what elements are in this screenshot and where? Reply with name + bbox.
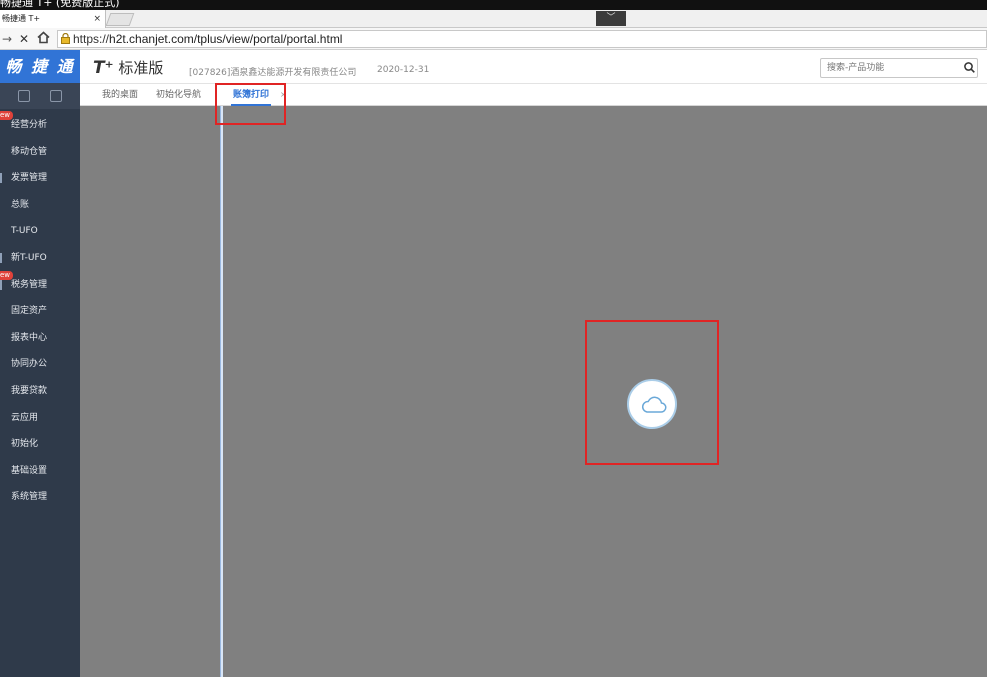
- sidebar-item-invoice[interactable]: 发票管理: [0, 165, 80, 192]
- sidebar-item-initialize[interactable]: 初始化: [0, 431, 80, 458]
- sidebar-item-mobile-warehouse[interactable]: 移动仓管: [0, 139, 80, 166]
- sidebar-item-marker: [0, 279, 2, 290]
- sidebar-item-marker: [0, 252, 2, 263]
- content-overlay: [80, 106, 987, 677]
- sidebar-item-label: 系统管理: [11, 492, 48, 503]
- address-bar: → ✕ https://h2t.chanjet.com/tplus/view/p…: [0, 28, 987, 50]
- browser-tab-label: 畅捷通 T+: [2, 14, 41, 23]
- new-badge: ew: [0, 270, 14, 280]
- sidebar: 畅 捷 通 ew 经营分析 移动仓管 发票管理 总账 T-UFO 新T-UFO …: [0, 50, 80, 677]
- home-icon[interactable]: [37, 31, 50, 48]
- sidebar-item-fixed-assets[interactable]: 固定资产: [0, 298, 80, 325]
- sidebar-item-label: 发票管理: [11, 173, 48, 184]
- app-header: T⁺ 标准版 [027826]酒泉鑫达能源开发有限责任公司 2020-12-31: [80, 50, 987, 84]
- sidebar-item-marker: [0, 173, 2, 184]
- sidebar-item-t-ufo[interactable]: T-UFO: [0, 218, 80, 245]
- product-title: T⁺ 标准版: [93, 57, 163, 78]
- browser-tab[interactable]: 畅捷通 T+ ×: [0, 10, 106, 28]
- sidebar-item-system-management[interactable]: 系统管理: [0, 484, 80, 511]
- product-name: 标准版: [118, 59, 164, 77]
- sidebar-item-label: 我要贷款: [11, 385, 48, 396]
- sidebar-item-label: T-UFO: [11, 226, 38, 237]
- accounting-date: 2020-12-31: [377, 65, 430, 75]
- product-mark: T⁺: [93, 58, 114, 78]
- sidebar-item-label: 初始化: [11, 439, 39, 450]
- sidebar-menu: ew 经营分析 移动仓管 发票管理 总账 T-UFO 新T-UFO ew 税务管…: [0, 111, 80, 511]
- sidebar-item-label: 税务管理: [11, 279, 48, 290]
- sidebar-item-label: 报表中心: [11, 332, 48, 343]
- new-badge: ew: [0, 111, 14, 120]
- stop-icon[interactable]: ✕: [19, 31, 29, 47]
- tab-my-desktop[interactable]: 我的桌面: [102, 84, 138, 106]
- edit-menu-icon[interactable]: [50, 90, 62, 102]
- url-text: h2t.chanjet.com/tplus/view/portal/portal…: [109, 32, 343, 46]
- sidebar-item-general-ledger[interactable]: 总账: [0, 192, 80, 219]
- sidebar-item-loan[interactable]: 我要贷款: [0, 378, 80, 405]
- sidebar-item-label: 固定资产: [11, 306, 48, 317]
- sidebar-tools: [0, 83, 80, 109]
- sidebar-item-label: 基础设置: [11, 465, 48, 476]
- highlight-box-tab: [215, 83, 286, 125]
- sidebar-item-collaboration[interactable]: 协同办公: [0, 351, 80, 378]
- sidebar-item-tax[interactable]: ew 税务管理: [0, 270, 80, 299]
- search-menu-icon[interactable]: [18, 90, 30, 102]
- highlight-box-loader: [585, 320, 719, 465]
- sidebar-item-label: 协同办公: [11, 359, 48, 370]
- sidebar-item-label: 总账: [11, 199, 30, 210]
- sidebar-item-label: 移动仓管: [11, 146, 48, 157]
- company-name: [027826]酒泉鑫达能源开发有限责任公司: [189, 68, 357, 78]
- sidebar-item-label: 新T-UFO: [11, 252, 47, 263]
- sidebar-item-label: 经营分析: [11, 120, 48, 130]
- browser-tab-close-icon[interactable]: ×: [93, 10, 101, 28]
- sidebar-item-basic-settings[interactable]: 基础设置: [0, 458, 80, 485]
- tab-list-dropdown-icon[interactable]: ﹀: [596, 11, 626, 26]
- tab-init-guide[interactable]: 初始化导航: [156, 84, 201, 106]
- window-title: 畅捷通 T+ (免费版正式): [0, 0, 987, 10]
- browser-tabstrip: 畅捷通 T+ × ﹀: [0, 10, 987, 28]
- new-tab-button[interactable]: [105, 13, 135, 26]
- frame-divider: [220, 106, 223, 677]
- forward-icon[interactable]: →: [2, 31, 12, 47]
- lock-icon: [61, 33, 70, 44]
- sidebar-item-label: 云应用: [11, 412, 39, 423]
- url-scheme: https://: [73, 32, 110, 46]
- search-input[interactable]: [820, 58, 978, 78]
- sidebar-item-new-t-ufo[interactable]: 新T-UFO: [0, 245, 80, 272]
- sidebar-item-cloud-apps[interactable]: 云应用: [0, 405, 80, 432]
- sidebar-item-operation-analysis[interactable]: ew 经营分析: [0, 111, 80, 139]
- app-logo: 畅 捷 通: [0, 50, 80, 83]
- url-input[interactable]: https://h2t.chanjet.com/tplus/view/porta…: [57, 30, 987, 48]
- sidebar-item-report-center[interactable]: 报表中心: [0, 325, 80, 352]
- search-icon[interactable]: [964, 62, 975, 73]
